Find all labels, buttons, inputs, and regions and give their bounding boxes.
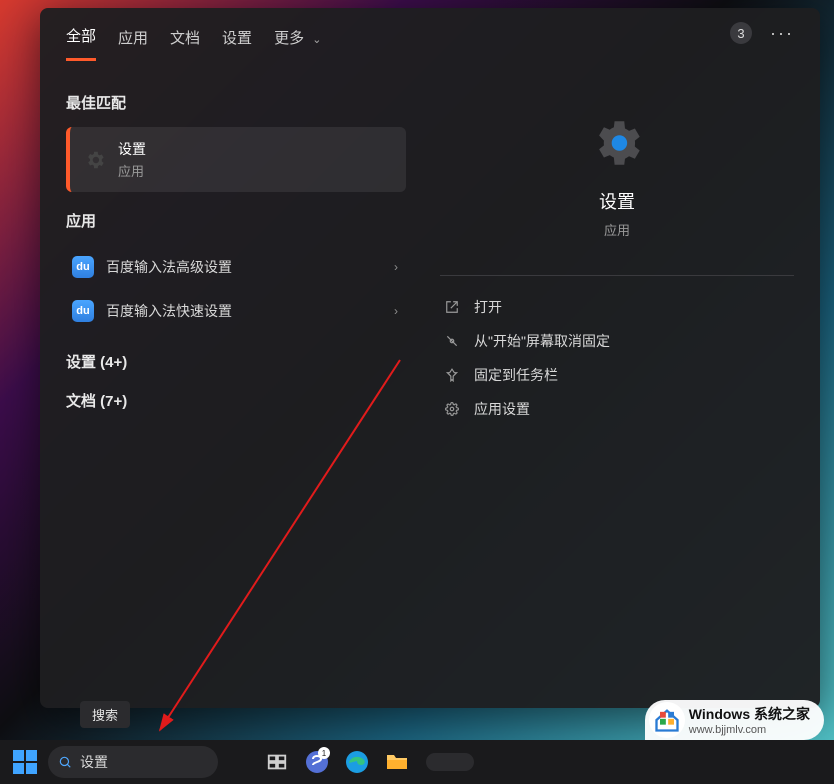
watermark: Windows 系统之家 www.bjjmlv.com (645, 700, 824, 740)
sogou-browser-icon[interactable]: 1 (300, 745, 334, 779)
search-tabs: 全部 应用 文档 设置 更多 ⌄ 3 ··· (66, 8, 794, 64)
unpin-icon (444, 334, 460, 348)
best-match-title: 设置 (118, 139, 146, 159)
search-details-right: 设置 应用 打开 从"开始"屏幕取消固定 固定到任务栏 (414, 74, 794, 708)
start-button[interactable] (8, 745, 42, 779)
gear-icon-large (588, 114, 646, 172)
pin-icon (444, 368, 460, 382)
divider (440, 275, 794, 276)
recent-count-badge[interactable]: 3 (730, 22, 752, 44)
action-label: 打开 (474, 297, 502, 317)
search-tooltip: 搜索 (80, 701, 130, 728)
action-open[interactable]: 打开 (440, 290, 794, 324)
tab-settings[interactable]: 设置 (222, 13, 252, 60)
action-pin-taskbar[interactable]: 固定到任务栏 (440, 358, 794, 392)
search-results-left: 最佳匹配 设置 应用 应用 du 百度输入法高级设置 › du 百度输入法快速设… (66, 74, 406, 708)
action-unpin-start[interactable]: 从"开始"屏幕取消固定 (440, 324, 794, 358)
chevron-down-icon: ⌄ (312, 34, 321, 46)
badge-icon: 1 (318, 747, 330, 759)
tab-more[interactable]: 更多 ⌄ (274, 13, 321, 60)
search-window: 全部 应用 文档 设置 更多 ⌄ 3 ··· 最佳匹配 设置 应用 (40, 8, 820, 708)
file-explorer-icon[interactable] (380, 745, 414, 779)
open-icon (444, 300, 460, 314)
more-options-button[interactable]: ··· (770, 23, 794, 44)
action-label: 应用设置 (474, 399, 530, 419)
action-label: 固定到任务栏 (474, 365, 558, 385)
search-input-value: 设置 (80, 752, 108, 772)
chevron-right-icon: › (394, 304, 398, 318)
tab-apps[interactable]: 应用 (118, 13, 148, 60)
best-match-header: 最佳匹配 (66, 92, 406, 113)
watermark-url: www.bjjmlv.com (689, 724, 810, 736)
settings-more-link[interactable]: 设置 (4+) (66, 351, 406, 372)
taskbar-app-icon[interactable] (420, 745, 480, 779)
taskbar-search[interactable]: 设置 (48, 746, 218, 778)
baidu-icon: du (72, 300, 94, 322)
taskbar: 设置 1 (0, 740, 834, 784)
edge-browser-icon[interactable] (340, 745, 374, 779)
best-match-subtitle: 应用 (118, 161, 146, 180)
gear-icon (444, 402, 460, 416)
search-icon (58, 755, 72, 769)
action-app-settings[interactable]: 应用设置 (440, 392, 794, 426)
watermark-title: Windows 系统之家 (689, 704, 810, 724)
app-result-label: 百度输入法快速设置 (106, 301, 232, 321)
best-match-result[interactable]: 设置 应用 (66, 127, 406, 192)
action-label: 从"开始"屏幕取消固定 (474, 331, 610, 351)
tab-all[interactable]: 全部 (66, 11, 96, 61)
docs-more-link[interactable]: 文档 (7+) (66, 390, 406, 411)
tab-more-label: 更多 (274, 30, 304, 47)
app-result-label: 百度输入法高级设置 (106, 257, 232, 277)
app-result-1[interactable]: du 百度输入法快速设置 › (66, 289, 406, 333)
tab-docs[interactable]: 文档 (170, 13, 200, 60)
app-result-0[interactable]: du 百度输入法高级设置 › (66, 245, 406, 289)
gear-icon (84, 149, 106, 171)
task-view-button[interactable] (260, 745, 294, 779)
details-title: 设置 (440, 188, 794, 214)
chevron-right-icon: › (394, 260, 398, 274)
details-subtitle: 应用 (440, 220, 794, 239)
details-header: 设置 应用 (440, 74, 794, 257)
apps-header: 应用 (66, 210, 406, 231)
baidu-icon: du (72, 256, 94, 278)
watermark-logo (649, 702, 685, 738)
